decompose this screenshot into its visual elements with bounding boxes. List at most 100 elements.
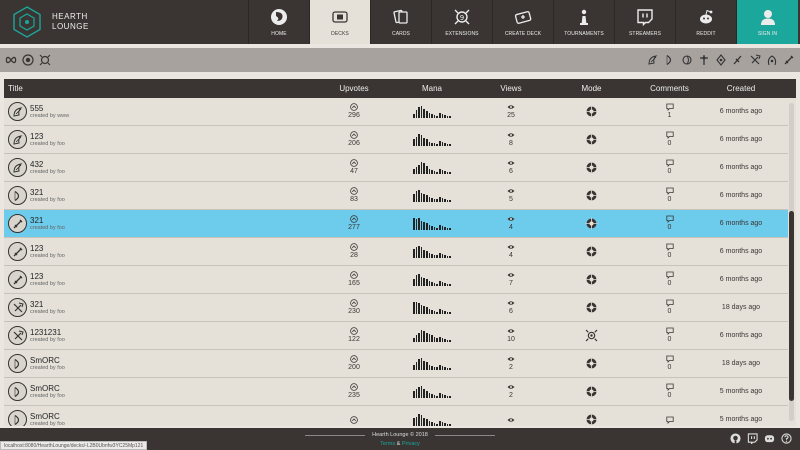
header-upvotes[interactable]: Upvotes [326, 84, 382, 93]
deck-name[interactable]: 555 [30, 104, 69, 113]
upvote-icon[interactable] [350, 383, 358, 391]
deck-name[interactable]: 321 [30, 300, 65, 309]
header-mode[interactable]: Mode [540, 84, 643, 93]
table-row[interactable]: SmORC created by foo 200 2 0 18 days ago [4, 350, 788, 378]
mana-bar [446, 283, 449, 286]
nav-decks[interactable]: DECKS [309, 0, 370, 44]
rogue-class-icon[interactable] [732, 54, 744, 66]
table-row[interactable]: SmORC created by foo 235 2 0 5 months ago [4, 378, 788, 406]
upvote-icon[interactable] [350, 299, 358, 307]
mode-cell [540, 385, 643, 398]
brand[interactable]: HEARTH LOUNGE [0, 0, 248, 44]
deck-name[interactable]: 321 [30, 216, 65, 225]
shaman-class-icon[interactable] [749, 54, 761, 66]
mana-bar [423, 162, 426, 174]
mana-bar [446, 367, 449, 370]
deck-title-cell: SmORC created by foo [4, 410, 326, 426]
druid-class-icon[interactable] [647, 54, 659, 66]
table-row[interactable]: 321 created by foo 277 4 0 6 months ago [4, 210, 788, 238]
warrior-class-icon[interactable] [783, 54, 795, 66]
paladin-class-icon[interactable] [698, 54, 710, 66]
table-row[interactable]: 321 created by foo 83 5 0 6 months ago [4, 182, 788, 210]
infinity-icon[interactable] [5, 54, 17, 66]
mana-curve-cell [382, 105, 482, 118]
upvote-icon[interactable] [350, 103, 358, 111]
mana-bar [420, 220, 423, 230]
priest-class-icon[interactable] [715, 54, 727, 66]
table-row[interactable]: 123 created by foo 165 7 0 6 months ago [4, 266, 788, 294]
header-comments[interactable]: Comments [643, 84, 696, 93]
deck-name[interactable]: SmORC [30, 384, 65, 393]
github-icon[interactable] [730, 433, 741, 444]
warlock-class-icon[interactable] [766, 54, 778, 66]
header-created[interactable]: Created [696, 84, 786, 93]
deck-title-cell: 321 created by foo [4, 214, 326, 233]
hunter-class-icon[interactable] [664, 54, 676, 66]
upvote-icon[interactable] [350, 243, 358, 251]
mana-bar [446, 115, 449, 118]
deck-name[interactable]: SmORC [30, 356, 65, 365]
upvote-icon[interactable] [350, 215, 358, 223]
deck-name[interactable]: 321 [30, 188, 65, 197]
nav-home[interactable]: HOME [248, 0, 309, 44]
views-count: 2 [509, 392, 513, 399]
nav-create-deck[interactable]: CREATE DECK [492, 0, 553, 44]
mana-bar [446, 255, 449, 258]
upvote-icon[interactable] [350, 131, 358, 139]
terms-link[interactable]: Terms [380, 441, 395, 447]
created-cell: 6 months ago [719, 276, 763, 283]
upvote-icon[interactable] [350, 415, 358, 424]
mana-bar [426, 278, 428, 286]
upvote-icon[interactable] [350, 355, 358, 363]
deck-name[interactable]: 1231231 [30, 328, 65, 337]
deck-name[interactable]: 123 [30, 272, 65, 281]
comments-count: 0 [667, 252, 672, 259]
discord-icon[interactable] [764, 433, 775, 444]
views-count: 6 [509, 168, 513, 175]
nav-tournaments[interactable]: TOURNAMENTS [553, 0, 614, 44]
wild-mode-icon[interactable] [39, 54, 51, 66]
table-row[interactable]: 555 created by www 296 25 1 6 months ago [4, 98, 788, 126]
views-cell: 10 [482, 327, 540, 344]
views-count: 7 [509, 280, 513, 287]
scrollbar-thumb[interactable] [789, 211, 794, 401]
nav-reddit[interactable]: REDDIT [675, 0, 736, 44]
table-row[interactable]: 1231231 created by foo 122 10 0 6 months ago [4, 322, 788, 350]
table-row[interactable]: 432 created by foo 47 6 0 6 months ago [4, 154, 788, 182]
header-views[interactable]: Views [482, 84, 540, 93]
deck-title-text: 321 created by foo [30, 216, 65, 231]
deck-name[interactable]: SmORC [30, 412, 65, 421]
deck-name[interactable]: 432 [30, 160, 65, 169]
mage-class-icon[interactable] [681, 54, 693, 66]
header-mana[interactable]: Mana [382, 84, 482, 93]
mana-bar [418, 302, 420, 314]
mana-bar [426, 194, 428, 202]
table-row[interactable]: 321 created by foo 230 6 0 18 days ago [4, 294, 788, 322]
upvote-icon[interactable] [350, 159, 358, 167]
decks-icon [331, 8, 349, 31]
header-title[interactable]: Title [4, 84, 326, 93]
upvote-icon[interactable] [350, 327, 358, 335]
mana-bar [433, 226, 436, 230]
mana-curve-cell [382, 161, 482, 174]
nav-label: SIGN IN [757, 30, 778, 37]
deck-name[interactable]: 123 [30, 132, 65, 141]
nav-user[interactable]: SIGN IN [736, 0, 798, 44]
twitch-footer-icon[interactable] [747, 433, 758, 444]
nav-extensions[interactable]: 9 EXTENSIONS [431, 0, 492, 44]
mana-bar [423, 108, 426, 118]
nav-cards[interactable]: CARDS [370, 0, 431, 44]
mana-bar [415, 274, 418, 286]
views-count: 8 [509, 140, 513, 147]
table-row[interactable]: SmORC created by foo 5 months ago [4, 406, 788, 426]
standard-mode-icon[interactable] [22, 54, 34, 66]
privacy-link[interactable]: Privacy [402, 441, 420, 447]
upvote-icon[interactable] [350, 271, 358, 279]
nav-twitch[interactable]: STREAMERS [614, 0, 675, 44]
help-icon[interactable] [781, 433, 792, 444]
table-row[interactable]: 123 created by foo 28 4 0 6 months ago [4, 238, 788, 266]
table-row[interactable]: 123 created by foo 206 8 0 6 months ago [4, 126, 788, 154]
deck-name[interactable]: 123 [30, 244, 65, 253]
scrollbar[interactable] [789, 103, 794, 421]
upvote-icon[interactable] [350, 187, 358, 195]
